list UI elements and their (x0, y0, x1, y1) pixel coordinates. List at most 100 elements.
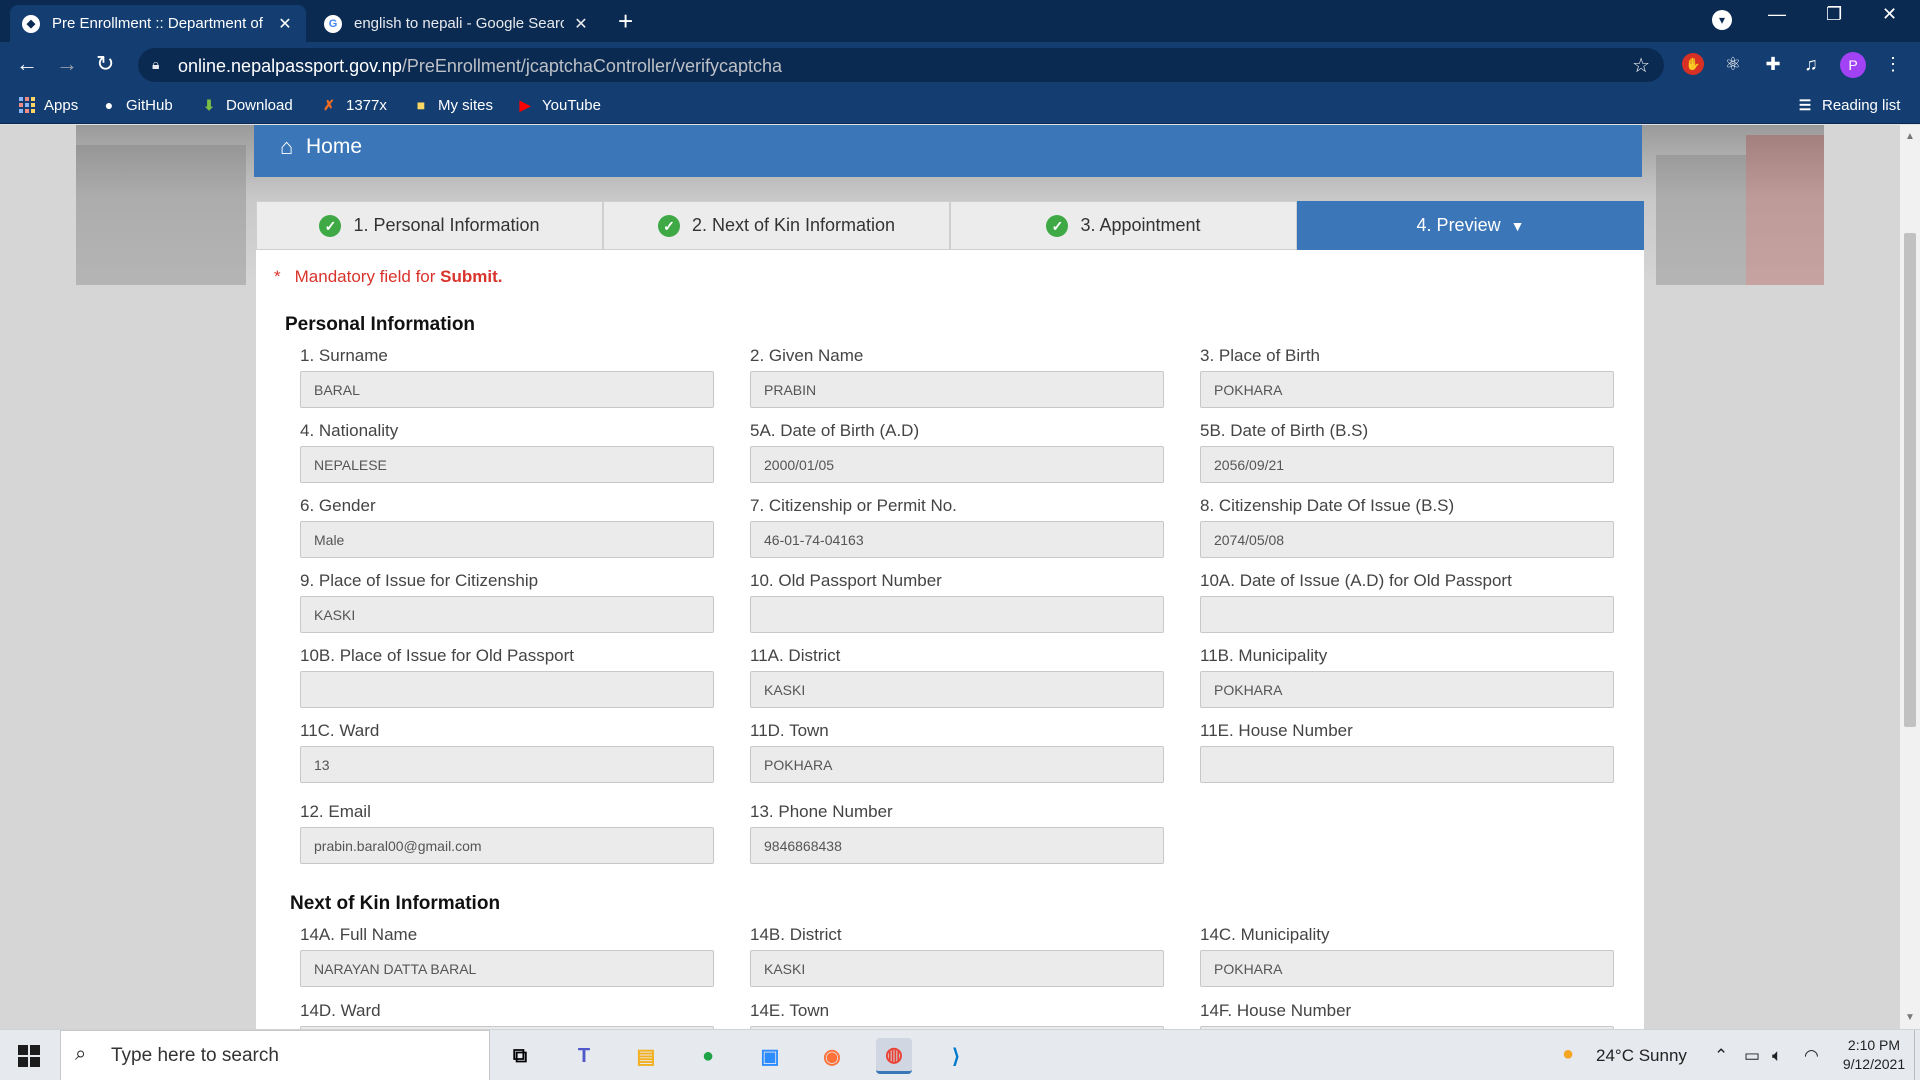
field-input[interactable]: POKHARA (1200, 950, 1614, 987)
field-input[interactable]: 13 (300, 746, 714, 783)
download-icon: ⬇ (203, 96, 215, 113)
field-label: 5A. Date of Birth (A.D) (750, 421, 920, 440)
browser-toolbar: ← → ↻ 🔒︎ online.nepalpassport.gov.np/Pre… (0, 42, 1920, 88)
close-window-icon[interactable]: ✕ (1882, 4, 1897, 25)
vscode-icon[interactable]: ⟩ (938, 1038, 974, 1074)
close-tab-icon[interactable]: ✕ (276, 14, 294, 34)
field-label: 2. Given Name (750, 346, 864, 365)
form-field: 8. Citizenship Date Of Issue (B.S) 2074/0… (1200, 495, 1614, 558)
bookmark-1377x[interactable]: ✗ 1377x (320, 96, 387, 114)
field-label: 4. Nationality (300, 421, 399, 440)
tray-chevron-icon[interactable]: ⌃ (1714, 1046, 1728, 1066)
field-input[interactable]: 2074/05/08 (1200, 521, 1614, 558)
reading-list-button[interactable]: ☰ Reading list (1796, 96, 1901, 114)
field-input[interactable]: KASKI (750, 950, 1164, 987)
close-tab-icon[interactable]: ✕ (572, 14, 590, 34)
form-field: 14C. Municipality POKHARA (1200, 924, 1614, 987)
tab-appointment[interactable]: ✓ 3. Appointment (950, 201, 1297, 250)
home-link[interactable]: Home (306, 135, 362, 159)
field-input[interactable]: KASKI (300, 596, 714, 633)
field-input[interactable] (1200, 746, 1614, 783)
address-bar[interactable]: 🔒︎ online.nepalpassport.gov.np/PreEnroll… (138, 48, 1664, 82)
tab-search-icon[interactable]: ▾ (1712, 10, 1732, 30)
forward-arrow-icon[interactable]: → (56, 52, 78, 76)
field-label: 9. Place of Issue for Citizenship (300, 571, 539, 590)
tab-personal-information[interactable]: ✓ 1. Personal Information (256, 201, 603, 250)
checkmark-icon: ✓ (657, 214, 680, 237)
extensions-puzzle-icon[interactable]: ✚ (1762, 53, 1784, 75)
bookmark-my-sites[interactable]: ■ My sites (412, 96, 493, 114)
menu-kebab-icon[interactable]: ⋮ (1882, 53, 1904, 75)
field-input[interactable]: 46-01-74-04163 (750, 521, 1164, 558)
field-input[interactable]: 2056/09/21 (1200, 446, 1614, 483)
reload-icon[interactable]: ↻ (96, 52, 114, 76)
field-input[interactable]: BARAL (300, 371, 714, 408)
taskbar-clock[interactable]: 2:10 PM 9/12/2021 (1836, 1036, 1912, 1074)
battery-icon[interactable]: ▭ (1744, 1046, 1760, 1066)
windows-start-icon[interactable] (18, 1045, 40, 1067)
profile-avatar[interactable]: P (1840, 52, 1866, 78)
form-field: 9. Place of Issue for Citizenship KASKI (300, 570, 714, 633)
field-input[interactable]: NARAYAN DATTA BARAL (300, 950, 714, 987)
adblock-extension-icon[interactable]: ✋ (1682, 53, 1704, 75)
bookmark-download[interactable]: ⬇ Download (200, 96, 293, 114)
media-control-icon[interactable]: ♫ (1800, 53, 1822, 75)
tab-pre-enrollment[interactable]: ◆ Pre Enrollment :: Department of Passpo… (10, 5, 306, 42)
field-input[interactable]: POKHARA (1200, 371, 1614, 408)
field-input[interactable] (750, 596, 1164, 633)
home-nav-bar[interactable]: ⌂ Home (254, 125, 1642, 177)
field-input[interactable]: POKHARA (1200, 671, 1614, 708)
field-label: 11E. House Number (1200, 721, 1353, 740)
restore-icon[interactable]: ❐ (1826, 4, 1842, 25)
tab-next-of-kin[interactable]: ✓ 2. Next of Kin Information (603, 201, 950, 250)
back-arrow-icon[interactable]: ← (16, 52, 38, 76)
field-input[interactable]: Male (300, 521, 714, 558)
tab-preview[interactable]: 4. Preview ▼ (1297, 201, 1644, 250)
field-label: 10B. Place of Issue for Old Passport (300, 646, 575, 665)
weather-text[interactable]: 24°C Sunny (1596, 1046, 1687, 1066)
field-input[interactable]: prabin.baral00@gmail.com (300, 827, 714, 864)
volume-icon[interactable]: 🔈︎ (1772, 1046, 1782, 1066)
bookmark-star-icon[interactable]: ☆ (1632, 53, 1650, 78)
form-field: 12. Email prabin.baral00@gmail.com (300, 801, 714, 864)
react-extension-icon[interactable]: ⚛ (1722, 53, 1744, 75)
green-app-icon[interactable]: ● (690, 1038, 726, 1074)
field-input[interactable]: PRABIN (750, 371, 1164, 408)
field-label: 6. Gender (300, 496, 376, 515)
bookmarks-bar: Apps ● GitHub ⬇ Download ✗ 1377x ■ My si… (0, 88, 1920, 124)
bookmark-youtube[interactable]: ▶ YouTube (516, 96, 601, 114)
url-text[interactable]: online.nepalpassport.gov.np/PreEnrollmen… (178, 56, 782, 77)
file-explorer-icon[interactable]: ▤ (628, 1038, 664, 1074)
field-input[interactable] (300, 671, 714, 708)
sun-weather-icon[interactable]: ● (1562, 1043, 1574, 1066)
form-field: 11A. District KASKI (750, 645, 1164, 708)
field-input[interactable]: 2000/01/05 (750, 446, 1164, 483)
bookmark-github[interactable]: ● GitHub (100, 96, 173, 114)
show-desktop-button[interactable] (1914, 1030, 1920, 1080)
wifi-icon[interactable]: ◠ (1804, 1046, 1819, 1066)
scroll-down-icon[interactable]: ▼ (1905, 1012, 1915, 1023)
firefox-icon[interactable]: ◉ (814, 1038, 850, 1074)
scrollbar-thumb[interactable] (1904, 233, 1916, 727)
page-scrollbar[interactable]: ▲ ▼ (1900, 125, 1920, 1029)
taskbar-search-box[interactable]: ⌕ Type here to search (60, 1030, 490, 1080)
tab-google-search[interactable]: G english to nepali - Google Search ✕ (312, 5, 602, 42)
field-input[interactable]: 9846868438 (750, 827, 1164, 864)
task-view-icon[interactable]: ⧉ (502, 1038, 538, 1074)
bookmark-apps[interactable]: Apps (18, 96, 78, 114)
field-label: 3. Place of Birth (1200, 346, 1321, 365)
lock-icon[interactable]: 🔒︎ (152, 56, 159, 73)
form-field: 14E. Town (750, 1000, 1164, 1029)
field-input[interactable] (1200, 596, 1614, 633)
chrome-icon[interactable]: ◍ (876, 1038, 912, 1074)
checkmark-icon: ✓ (1046, 214, 1069, 237)
teams-icon[interactable]: T (566, 1038, 602, 1074)
new-tab-button[interactable]: + (618, 6, 633, 36)
field-input[interactable]: POKHARA (750, 746, 1164, 783)
form-field: 10. Old Passport Number (750, 570, 1164, 633)
field-input[interactable]: NEPALESE (300, 446, 714, 483)
scroll-up-icon[interactable]: ▲ (1905, 131, 1915, 142)
zoom-icon[interactable]: ▣ (752, 1038, 788, 1074)
field-input[interactable]: KASKI (750, 671, 1164, 708)
minimize-icon[interactable]: — (1768, 4, 1786, 25)
